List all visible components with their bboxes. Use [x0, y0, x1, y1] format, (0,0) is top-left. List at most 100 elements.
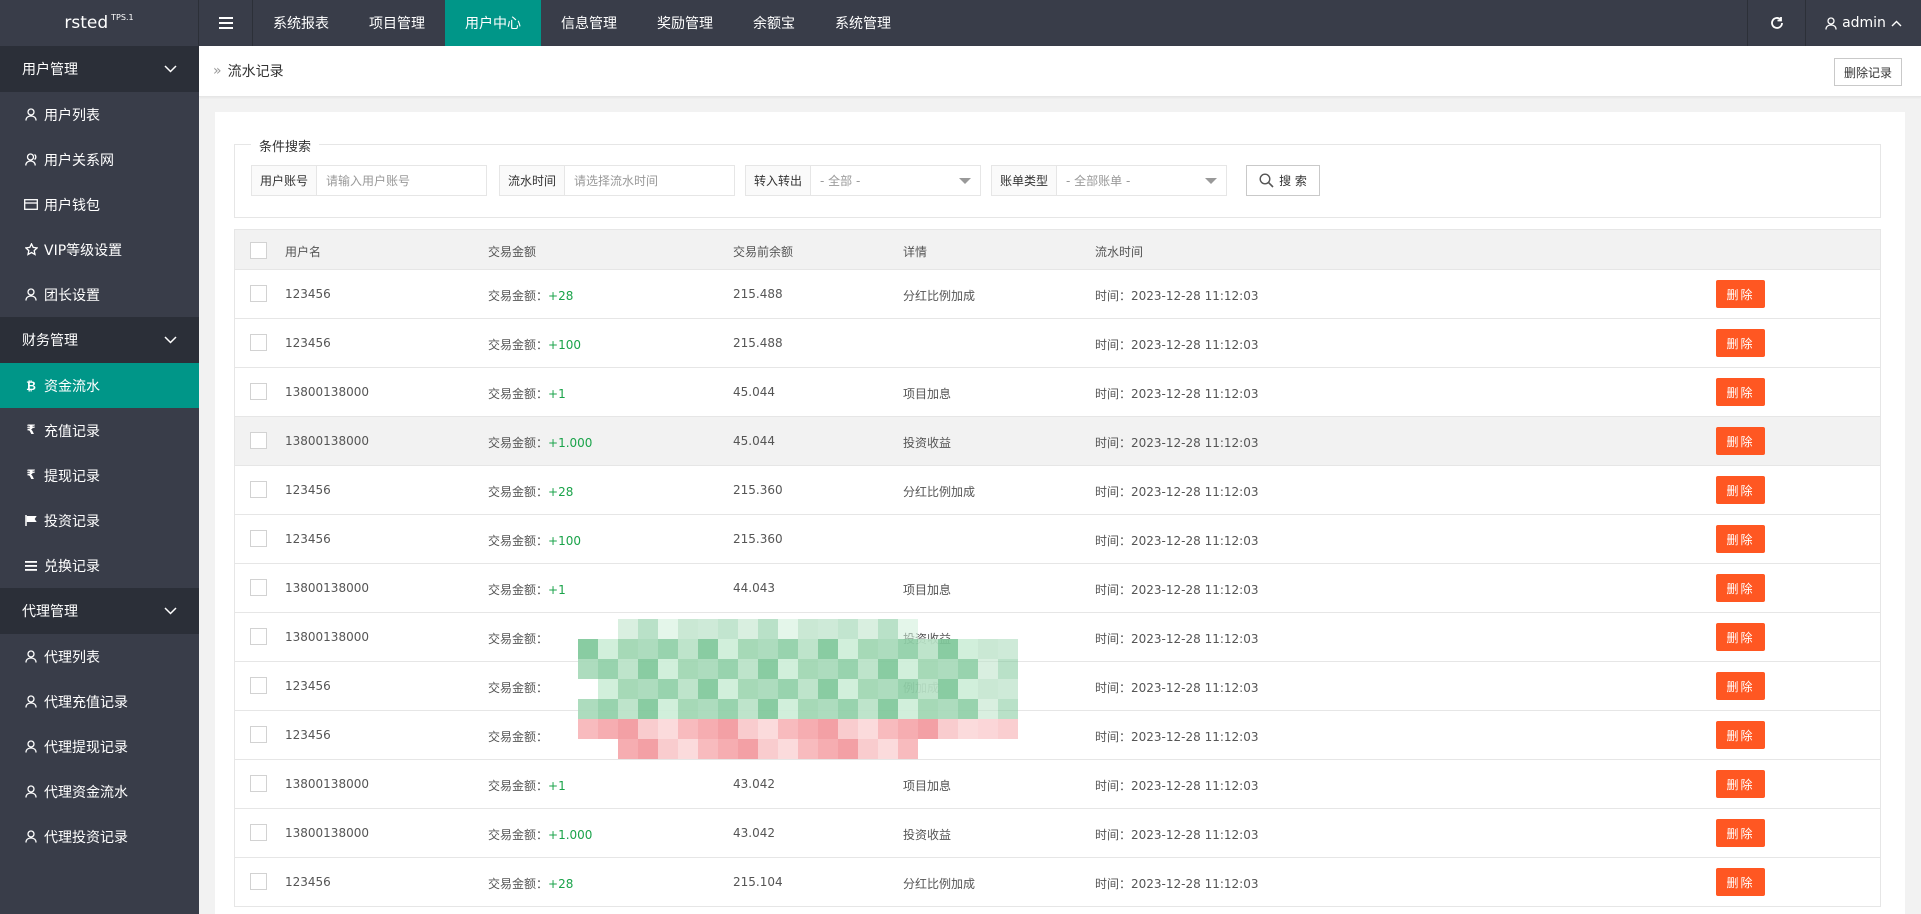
search-button[interactable]: 搜 索 [1246, 165, 1320, 196]
amount-value: +100 [548, 534, 581, 548]
time-prefix: 时间： [1095, 681, 1132, 695]
row-checkbox[interactable] [250, 530, 267, 547]
row-checkbox[interactable] [250, 432, 267, 449]
delete-button[interactable]: 删除 [1716, 623, 1765, 651]
sidebar-item[interactable]: 代理资金流水 [0, 769, 199, 814]
row-checkbox[interactable] [250, 726, 267, 743]
delete-button[interactable]: 删除 [1716, 819, 1765, 847]
type-select[interactable]: - 全部账单 - [1057, 166, 1226, 195]
sidebar-item[interactable]: 代理提现记录 [0, 724, 199, 769]
top-nav: 系统报表 项目管理 用户中心 信息管理 奖励管理 余额宝 系统管理 [253, 0, 911, 46]
sidebar-item[interactable]: ₹ 充值记录 [0, 408, 199, 453]
delete-button[interactable]: 删除 [1716, 672, 1765, 700]
nav-item[interactable]: 系统管理 [815, 0, 911, 46]
amount-value: +1 [548, 387, 566, 401]
sidebar-item[interactable]: ₿ 资金流水 [0, 363, 199, 408]
amount-value: +1.000 [548, 828, 593, 842]
sidebar-item[interactable]: ₹ 提现记录 [0, 453, 199, 498]
refresh-button[interactable] [1747, 0, 1805, 46]
amount-cell: 交易金额：+100 [488, 336, 581, 353]
user-icon [24, 288, 38, 301]
delete-button[interactable]: 删除 [1716, 770, 1765, 798]
sidebar-item-label: VIP等级设置 [44, 242, 123, 259]
sidebar-item-label: 代理投资记录 [44, 829, 128, 846]
time-cell: 时间：2023-12-28 11:12:03 [1095, 630, 1258, 647]
sidebar-item[interactable]: 代理充值记录 [0, 679, 199, 724]
sidebar-group[interactable]: 用户管理 [0, 46, 199, 92]
sidebar-item[interactable]: 用户列表 [0, 92, 199, 137]
time-filter: 流水时间 请选择流水时间 [499, 165, 735, 196]
sidebar-item[interactable]: 代理投资记录 [0, 814, 199, 859]
delete-button[interactable]: 删除 [1716, 525, 1765, 553]
app-logo[interactable]: rsted TPS.1 [0, 0, 199, 46]
direction-filter: 转入转出 - 全部 - [745, 165, 981, 196]
sidebar-item[interactable]: 兑换记录 [0, 543, 199, 588]
delete-button[interactable]: 删除 [1716, 868, 1765, 896]
time-input[interactable]: 请选择流水时间 [565, 166, 734, 195]
delete-button[interactable]: 删除 [1716, 574, 1765, 602]
time-cell: 时间：2023-12-28 11:12:03 [1095, 287, 1258, 304]
time-cell: 时间：2023-12-28 11:12:03 [1095, 336, 1258, 353]
direction-label: 转入转出 [746, 166, 812, 195]
amount-cell: 交易金额：+1 [488, 385, 566, 402]
delete-button[interactable]: 删除 [1716, 378, 1765, 406]
search-legend: 条件搜索 [251, 136, 320, 155]
nav-item[interactable]: 奖励管理 [637, 0, 733, 46]
time-prefix: 时间： [1095, 387, 1132, 401]
sidebar-group[interactable]: 财务管理 [0, 317, 199, 363]
row-checkbox[interactable] [250, 285, 267, 302]
delete-records-button[interactable]: 删除记录 [1833, 58, 1902, 86]
nav-item[interactable]: 系统报表 [253, 0, 349, 46]
row-checkbox[interactable] [250, 628, 267, 645]
breadcrumb: » 流水记录 删除记录 [199, 46, 1921, 97]
time-value: 2023-12-28 11:12:03 [1131, 632, 1259, 646]
row-checkbox[interactable] [250, 824, 267, 841]
nav-item[interactable]: 用户中心 [445, 0, 541, 46]
row-checkbox[interactable] [250, 677, 267, 694]
sidebar-item-label: 充值记录 [44, 423, 100, 440]
row-checkbox[interactable] [250, 334, 267, 351]
account-input[interactable]: 请输入用户账号 [317, 166, 486, 195]
row-checkbox[interactable] [250, 775, 267, 792]
row-checkbox[interactable] [250, 873, 267, 890]
row-checkbox[interactable] [250, 579, 267, 596]
sidebar-item-label: 用户列表 [44, 107, 100, 124]
nav-item[interactable]: 余额宝 [733, 0, 815, 46]
sidebar-item[interactable]: 代理列表 [0, 634, 199, 679]
delete-button[interactable]: 删除 [1716, 427, 1765, 455]
delete-button[interactable]: 删除 [1716, 476, 1765, 504]
table-header: 用户名 交易金额 交易前余额 详情 流水时间 [234, 229, 1881, 270]
sidebar-group-label: 代理管理 [22, 604, 78, 620]
amount-value: +28 [548, 877, 574, 891]
select-all-checkbox[interactable] [250, 242, 267, 259]
row-checkbox[interactable] [250, 481, 267, 498]
logo-version: TPS.1 [111, 12, 134, 22]
sidebar-item[interactable]: 用户关系网 [0, 137, 199, 182]
delete-button[interactable]: 删除 [1716, 280, 1765, 308]
sidebar-item[interactable]: 投资记录 [0, 498, 199, 543]
amount-prefix: 交易金额： [488, 632, 549, 646]
user-cell: 123456 [285, 532, 331, 546]
table-row: 123456 交易金额：+28 215.360 分红比例加成 时间：2023-1… [234, 466, 1881, 515]
menu-toggle-button[interactable] [199, 0, 253, 46]
sidebar: 用户管理 用户列表 用户关系网 用户钱包 VIP等级设置 团长设置 财务管理 ₿ … [0, 46, 199, 914]
sidebar-item[interactable]: 团长设置 [0, 272, 199, 317]
user-icon [24, 695, 38, 708]
direction-select[interactable]: - 全部 - [811, 166, 980, 195]
header-time: 流水时间 [1095, 245, 1144, 259]
breadcrumb-separator: » [213, 63, 222, 79]
nav-item[interactable]: 信息管理 [541, 0, 637, 46]
user-menu[interactable]: admin [1805, 0, 1921, 46]
delete-button[interactable]: 删除 [1716, 329, 1765, 357]
username: admin [1842, 15, 1886, 31]
detail-cell: 分红比例加成 [903, 485, 976, 499]
amount-cell: 交易金额： [488, 630, 548, 647]
sidebar-group[interactable]: 代理管理 [0, 588, 199, 634]
sidebar-item-label: 用户钱包 [44, 197, 100, 214]
time-cell: 时间：2023-12-28 11:12:03 [1095, 385, 1258, 402]
sidebar-item[interactable]: 用户钱包 [0, 182, 199, 227]
row-checkbox[interactable] [250, 383, 267, 400]
delete-button[interactable]: 删除 [1716, 721, 1765, 749]
sidebar-item[interactable]: VIP等级设置 [0, 227, 199, 272]
nav-item[interactable]: 项目管理 [349, 0, 445, 46]
